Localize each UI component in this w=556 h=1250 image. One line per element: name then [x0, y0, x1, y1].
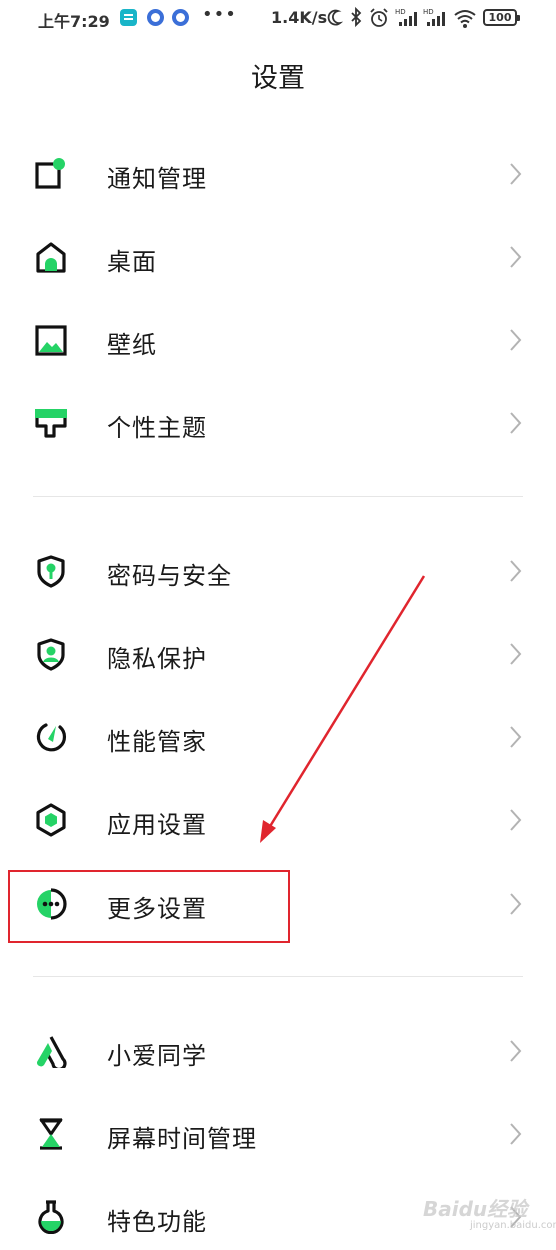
- home-icon: [36, 242, 66, 273]
- moon-icon: [327, 9, 343, 26]
- watermark-url: jingyan.baidu.com: [470, 1220, 556, 1231]
- settings-item-xiaoai[interactable]: 小爱同学: [0, 1014, 556, 1090]
- status-bar: 上午7:29 ••• 1.4K/s HD HD 100: [0, 0, 556, 36]
- settings-item-desktop[interactable]: 桌面: [0, 220, 556, 296]
- settings-item-label: 桌面: [107, 248, 157, 276]
- flask-icon: [38, 1200, 64, 1234]
- group-divider: [33, 496, 523, 497]
- settings-item-label: 特色功能: [107, 1208, 207, 1236]
- settings-item-label: 应用设置: [107, 811, 207, 839]
- settings-item-label: 个性主题: [107, 414, 207, 442]
- theme-icon: [35, 409, 67, 438]
- performance-icon: [36, 723, 67, 752]
- privacy-shield-icon: [37, 638, 65, 671]
- status-time: 上午7:29: [38, 12, 110, 31]
- settings-item-app-settings[interactable]: 应用设置: [0, 783, 556, 859]
- chevron-right-icon: [510, 412, 522, 434]
- chevron-right-icon: [510, 1040, 522, 1062]
- settings-item-notification[interactable]: 通知管理: [0, 137, 556, 213]
- signal-2-icon: HD: [423, 8, 445, 26]
- settings-item-label: 通知管理: [107, 165, 207, 193]
- alarm-icon: [370, 8, 388, 27]
- notification-icon: [35, 158, 65, 189]
- battery-icon: 100: [483, 9, 520, 26]
- settings-item-label: 密码与安全: [107, 562, 232, 590]
- settings-item-label: 隐私保护: [107, 645, 207, 673]
- settings-item-screen-time[interactable]: 屏幕时间管理: [0, 1097, 556, 1173]
- message-notification-icon: [120, 9, 137, 26]
- chevron-right-icon: [510, 329, 522, 351]
- svg-text:HD: HD: [423, 8, 434, 16]
- settings-item-label: 屏幕时间管理: [107, 1125, 257, 1153]
- signal-1-icon: HD: [395, 8, 417, 26]
- chevron-right-icon: [510, 560, 522, 582]
- highlight-box: [8, 870, 290, 943]
- settings-item-label: 壁纸: [107, 331, 157, 359]
- lock-shield-icon: [37, 555, 65, 588]
- wallpaper-icon: [35, 325, 67, 356]
- baidu-watermark: Baidu经验: [423, 1197, 528, 1221]
- hourglass-icon: [39, 1118, 63, 1150]
- clock-notification-icon: [147, 9, 164, 26]
- chevron-right-icon: [510, 643, 522, 665]
- bluetooth-icon: [351, 6, 362, 28]
- chevron-right-icon: [510, 163, 522, 185]
- network-speed: 1.4K/s: [271, 8, 328, 27]
- settings-item-label: 小爱同学: [107, 1042, 207, 1070]
- app-settings-icon: [36, 803, 66, 837]
- settings-item-label: 性能管家: [107, 728, 207, 756]
- clock-notification-icon: [172, 9, 189, 26]
- settings-item-theme[interactable]: 个性主题: [0, 386, 556, 462]
- xiaoai-icon: [36, 1036, 67, 1068]
- chevron-right-icon: [510, 893, 522, 915]
- settings-item-privacy[interactable]: 隐私保护: [0, 617, 556, 693]
- group-divider: [33, 976, 523, 977]
- chevron-right-icon: [510, 726, 522, 748]
- chevron-right-icon: [510, 809, 522, 831]
- chevron-right-icon: [510, 246, 522, 268]
- settings-item-performance[interactable]: 性能管家: [0, 700, 556, 776]
- page-title: 设置: [251, 63, 305, 94]
- svg-text:HD: HD: [395, 8, 406, 16]
- more-notifications-icon: •••: [202, 4, 237, 25]
- wifi-icon: [454, 10, 476, 28]
- settings-item-wallpaper[interactable]: 壁纸: [0, 303, 556, 379]
- chevron-right-icon: [510, 1123, 522, 1145]
- settings-item-password-security[interactable]: 密码与安全: [0, 534, 556, 610]
